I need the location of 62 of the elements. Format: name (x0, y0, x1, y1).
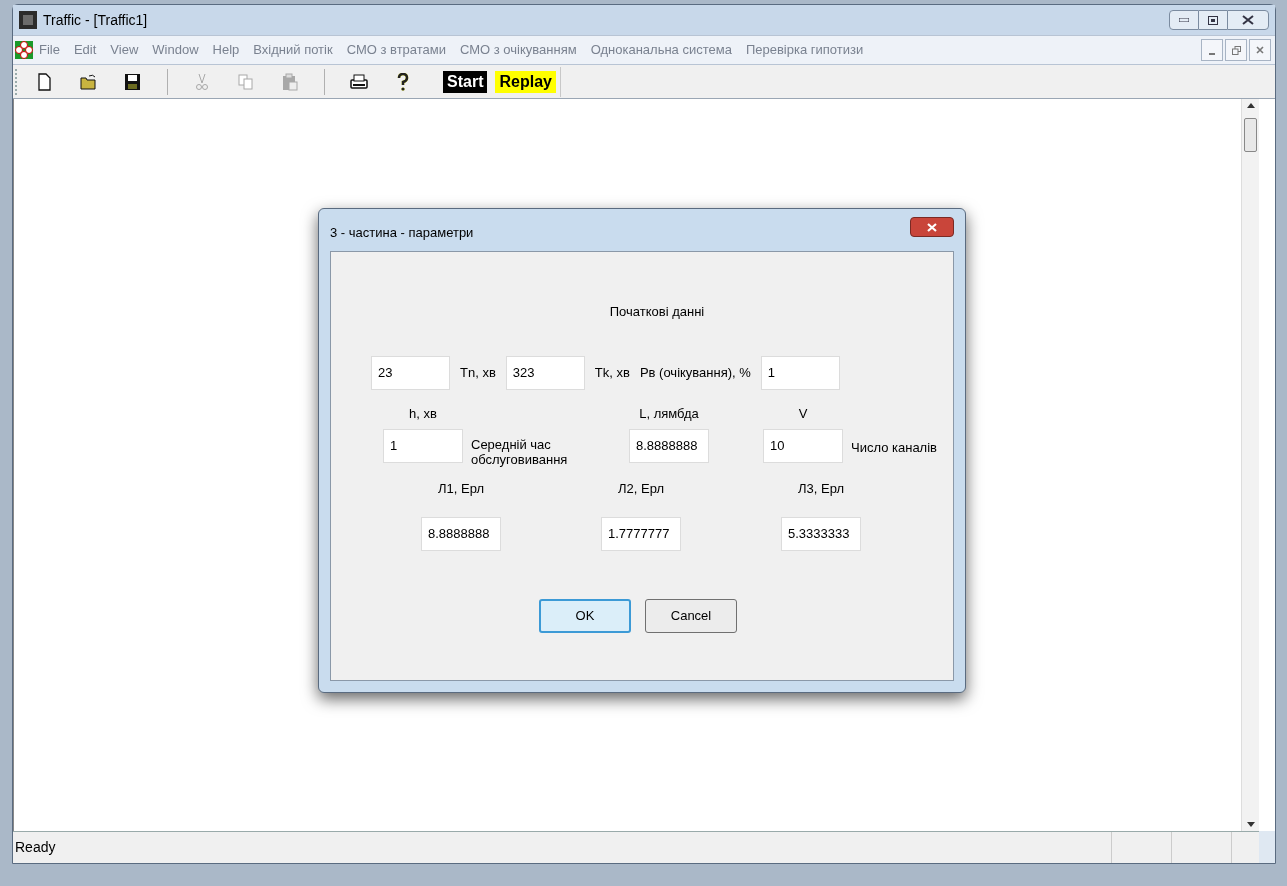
input-field[interactable]: 5.3333333 (781, 516, 861, 551)
field-label: Pв (очікування), % (639, 363, 751, 382)
input-field[interactable]: 8.8888888 (421, 516, 501, 551)
app-icon (19, 11, 37, 29)
menu-item[interactable]: Window (152, 40, 199, 60)
close-button[interactable] (1227, 10, 1269, 30)
toolbar-text-button[interactable]: Start (443, 70, 488, 93)
input-field[interactable]: 1 (760, 355, 840, 390)
minimize-icon (1179, 18, 1189, 22)
dialog-close-button[interactable] (910, 217, 954, 237)
menu-item[interactable]: Help (212, 40, 240, 60)
input-field[interactable]: 10 (763, 429, 843, 463)
dialog-title: 3 - частина - параметри (330, 224, 474, 243)
close-icon (1256, 46, 1264, 54)
input-field[interactable]: 1.7777777 (601, 516, 681, 551)
app-menu-icon[interactable] (15, 41, 33, 59)
field-label: L, лямбда (639, 404, 699, 423)
field-note: Число каналів (851, 440, 937, 455)
status-text: Ready (15, 838, 56, 857)
page-icon (36, 72, 54, 91)
input-field[interactable]: 23 (371, 355, 450, 390)
scroll-thumb[interactable] (1244, 118, 1257, 152)
printer-icon (350, 72, 368, 91)
field-label: Tk, хв (594, 363, 630, 382)
menu-item[interactable]: Вхідний потік (253, 40, 333, 60)
child-close-button[interactable] (1249, 39, 1271, 61)
field-label: Tn, хв (460, 363, 496, 382)
window-title: Traffic - [Traffic1] (43, 10, 148, 30)
menu-item[interactable]: СМО з очікуванням (460, 40, 577, 60)
field-label: Л1, Ерл (438, 480, 484, 498)
maximize-icon (1208, 15, 1218, 25)
scissors-icon (193, 72, 211, 91)
menu-item[interactable]: Перевірка гипотизи (745, 40, 864, 60)
scroll-down-icon[interactable] (1246, 822, 1255, 827)
maximize-button[interactable] (1199, 10, 1227, 30)
restore-icon (1231, 45, 1241, 55)
field-label: Л3, Ерл (798, 480, 844, 498)
menu-item[interactable]: View (110, 40, 139, 60)
close-icon (1242, 15, 1254, 25)
child-restore-button[interactable] (1225, 39, 1247, 61)
toolbar-text-button[interactable]: Replay (495, 70, 556, 93)
child-minimize-button[interactable] (1201, 39, 1223, 61)
clipboard-icon (281, 72, 299, 91)
menu-item[interactable]: Одноканальна система (590, 40, 732, 60)
menu-item[interactable]: СМО з втратами (346, 40, 446, 60)
field-note: Середній час обслуговивання (471, 437, 569, 467)
scroll-up-icon[interactable] (1246, 103, 1255, 108)
input-field[interactable]: 1 (383, 429, 463, 463)
dialog-button[interactable]: Cancel (645, 598, 737, 633)
copy-icon (237, 72, 255, 91)
field-label: Л2, Ерл (618, 480, 664, 498)
vertical-scrollbar[interactable] (1241, 99, 1259, 831)
input-field[interactable]: 8.8888888 (629, 429, 709, 463)
close-icon (927, 222, 937, 232)
field-label: V (798, 404, 808, 423)
minimize-icon (1209, 53, 1215, 55)
folder-icon (80, 72, 98, 91)
field-label: h, хв (409, 404, 437, 423)
section-heading: Початкові данні (609, 303, 705, 321)
menu-item[interactable]: Edit (73, 40, 97, 60)
input-field[interactable]: 323 (505, 355, 585, 390)
dialog-button[interactable]: OK (539, 598, 631, 633)
